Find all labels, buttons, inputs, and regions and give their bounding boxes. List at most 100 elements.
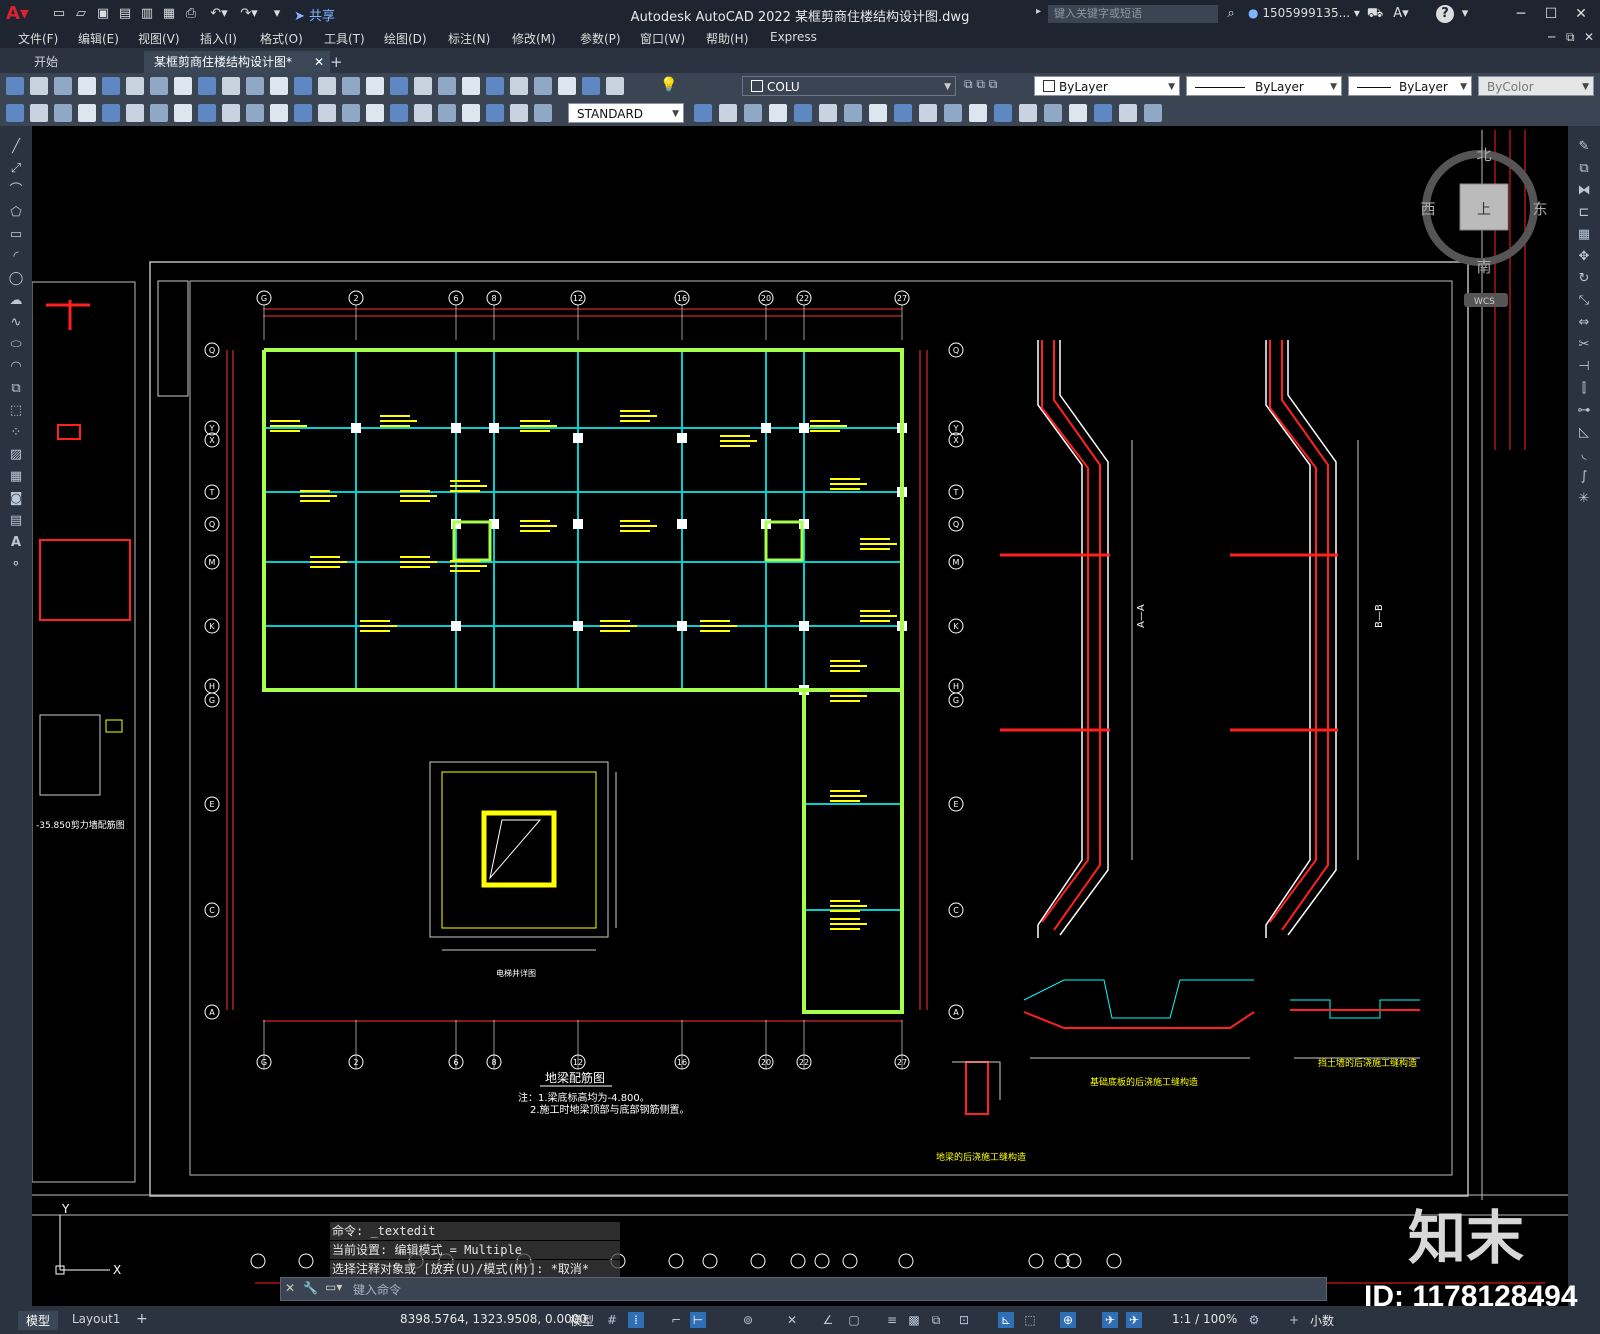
viewcube[interactable]: 上 北 南 东 西 WCS (1420, 146, 1548, 307)
region-icon[interactable]: ◙ (7, 490, 25, 508)
layer-tools-icon[interactable]: ⧉ ⧉ ⧉ (964, 77, 997, 92)
toolbar-button-icon[interactable] (994, 104, 1012, 122)
toolbar-button-icon[interactable] (102, 104, 120, 122)
toolbar-button-icon[interactable] (844, 104, 862, 122)
toolbar-button-icon[interactable] (390, 77, 408, 95)
menu-insert[interactable]: 插入(I) (200, 30, 237, 47)
ortho-icon[interactable]: ⌐ (668, 1312, 684, 1328)
toolbar-button-icon[interactable] (78, 77, 96, 95)
blend-icon[interactable]: ∫ (1575, 468, 1593, 486)
toolbar-button-icon[interactable] (30, 104, 48, 122)
toolbar-button-icon[interactable] (54, 77, 72, 95)
toolbar-button-icon[interactable] (582, 77, 600, 95)
toolbar-button-icon[interactable] (318, 77, 336, 95)
arc-icon[interactable]: ◜ (7, 248, 25, 266)
toolbar-button-icon[interactable] (1119, 104, 1137, 122)
toolbar-button-icon[interactable] (294, 104, 312, 122)
toolbar-button-icon[interactable] (126, 77, 144, 95)
user-account[interactable]: ● 1505999135... ▾ (1248, 6, 1360, 20)
toolbar-button-icon[interactable] (534, 77, 552, 95)
object-snap-icon[interactable]: ▢ (846, 1312, 862, 1328)
coordinates[interactable]: 8398.5764, 1323.9508, 0.0000 (400, 1312, 587, 1326)
insert-block-icon[interactable]: ⧉ (7, 380, 25, 398)
toolbar-button-icon[interactable] (390, 104, 408, 122)
viewcube-east[interactable]: 东 (1532, 200, 1547, 218)
menu-dimension[interactable]: 标注(N) (448, 30, 490, 47)
toolbar-button-icon[interactable] (6, 104, 24, 122)
join-icon[interactable]: ⊶ (1575, 402, 1593, 420)
add-selected-icon[interactable]: ⚬ (7, 556, 25, 574)
layer-dropdown[interactable]: COLU ▼ (742, 76, 956, 96)
viewcube-top[interactable]: 上 (1477, 202, 1491, 218)
rectangle-icon[interactable]: ▭ (7, 226, 25, 244)
command-customize-icon[interactable]: 🔧 (303, 1281, 318, 1295)
circle-icon[interactable]: ◯ (7, 270, 25, 288)
toolbar-button-icon[interactable] (342, 104, 360, 122)
menu-edit[interactable]: 编辑(E) (78, 30, 119, 47)
menu-file[interactable]: 文件(F) (18, 30, 58, 47)
drawing-canvas[interactable]: G G 2 2 6 6 8 8 12 12 16 16 20 20 22 22 27 27 Q Q Y Y X X T T Q Q M M… (32, 126, 1568, 1306)
toolbar-button-icon[interactable] (174, 104, 192, 122)
toolbar-button-icon[interactable] (558, 77, 576, 95)
toolbar-button-icon[interactable] (794, 104, 812, 122)
toolbar-button-icon[interactable] (102, 77, 120, 95)
toolbar-button-icon[interactable] (150, 104, 168, 122)
viewcube-west[interactable]: 西 (1420, 200, 1435, 218)
move-icon[interactable]: ✥ (1575, 248, 1593, 266)
copy-icon[interactable]: ⧉ (1575, 160, 1593, 178)
toolbar-button-icon[interactable] (694, 104, 712, 122)
tab-start[interactable]: 开始 (24, 51, 68, 73)
menu-format[interactable]: 格式(O) (260, 30, 303, 47)
toolbar-button-icon[interactable] (438, 77, 456, 95)
menu-draw[interactable]: 绘图(D) (384, 30, 427, 47)
help-icon[interactable]: ? (1436, 5, 1454, 23)
menu-tools[interactable]: 工具(T) (324, 30, 365, 47)
lightbulb-icon[interactable]: 💡 (660, 77, 677, 93)
toolbar-button-icon[interactable] (246, 77, 264, 95)
toolbar-button-icon[interactable] (270, 104, 288, 122)
toolbar-button-icon[interactable] (414, 77, 432, 95)
toolbar-button-icon[interactable] (1144, 104, 1162, 122)
search-icon[interactable]: ⌕ (1222, 5, 1240, 23)
selection-cycling-icon[interactable]: ⧉ (928, 1312, 944, 1328)
doc-minimize-icon[interactable]: ─ (1548, 30, 1555, 44)
toolbar-button-icon[interactable] (294, 77, 312, 95)
gizmo-icon[interactable]: ⊕ (1060, 1312, 1076, 1328)
viewcube-north[interactable]: 北 (1476, 146, 1491, 164)
mtext-icon[interactable]: A (7, 534, 25, 552)
annotation-visibility-icon[interactable]: ✈ (1102, 1312, 1118, 1328)
hatch-icon[interactable]: ▨ (7, 446, 25, 464)
toolbar-button-icon[interactable] (606, 77, 624, 95)
text-style-dropdown[interactable]: STANDARD ▼ (568, 103, 684, 123)
chamfer-icon[interactable]: ◺ (1575, 424, 1593, 442)
point-icon[interactable]: ⁘ (7, 424, 25, 442)
minimize-button[interactable]: ─ (1508, 4, 1534, 24)
menu-modify[interactable]: 修改(M) (512, 30, 556, 47)
toolbar-button-icon[interactable] (54, 104, 72, 122)
toolbar-button-icon[interactable] (366, 77, 384, 95)
toolbar-button-icon[interactable] (919, 104, 937, 122)
help-dropdown-icon[interactable]: ▾ (1456, 5, 1474, 23)
break-icon[interactable]: ⫿ (1575, 380, 1593, 398)
command-input[interactable]: 键入命令 (353, 1281, 401, 1298)
stretch-icon[interactable]: ⇔ (1575, 314, 1593, 332)
make-block-icon[interactable]: ⬚ (7, 402, 25, 420)
toolbar-button-icon[interactable] (222, 77, 240, 95)
plotstyle-dropdown[interactable]: ByColor ▼ (1478, 76, 1594, 96)
model-tab[interactable]: 模型 (18, 1311, 59, 1330)
toolbar-button-icon[interactable] (78, 104, 96, 122)
construction-line-icon[interactable]: ⤢ (7, 160, 25, 178)
viewcube-south[interactable]: 南 (1476, 258, 1491, 276)
menu-parametric[interactable]: 参数(P) (580, 30, 621, 47)
model-space-toggle[interactable]: 模型 (570, 1312, 594, 1329)
spline-icon[interactable]: ∿ (7, 314, 25, 332)
toolbar-button-icon[interactable] (486, 104, 504, 122)
toolbar-button-icon[interactable] (366, 104, 384, 122)
search-input[interactable]: 键入关键字或短语 (1048, 5, 1218, 23)
revcloud-icon[interactable]: ☁ (7, 292, 25, 310)
dynamic-ucs-icon[interactable]: ⊾ (998, 1312, 1014, 1328)
osnap-icon[interactable]: ∠ (820, 1312, 836, 1328)
toolbar-button-icon[interactable] (246, 104, 264, 122)
toolbar-button-icon[interactable] (944, 104, 962, 122)
toolbar-button-icon[interactable] (1019, 104, 1037, 122)
